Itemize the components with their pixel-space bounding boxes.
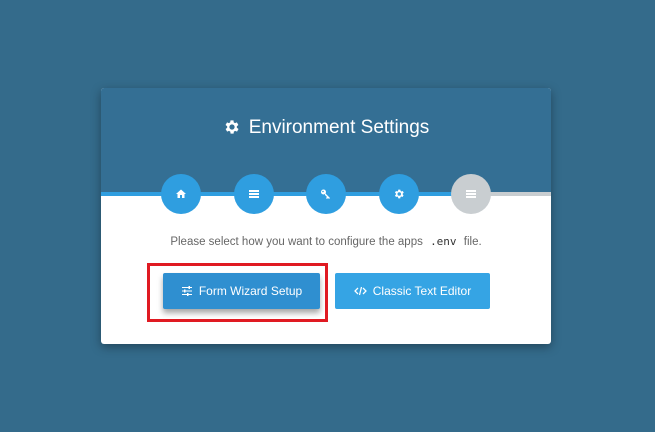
gear-icon bbox=[223, 118, 241, 144]
classic-editor-button[interactable]: Classic Text Editor bbox=[335, 273, 490, 309]
step-settings[interactable] bbox=[379, 174, 419, 214]
classic-editor-label: Classic Text Editor bbox=[372, 284, 472, 298]
instruction-text: Please select how you want to configure … bbox=[101, 235, 551, 248]
list-icon bbox=[249, 190, 259, 198]
env-filename: .env bbox=[430, 235, 457, 248]
step-list[interactable] bbox=[234, 174, 274, 214]
instruction-suffix: file. bbox=[463, 236, 482, 248]
key-icon bbox=[321, 189, 330, 199]
page-title: Environment Settings bbox=[101, 115, 551, 144]
instruction-prefix: Please select how you want to configure … bbox=[170, 236, 423, 248]
gear-icon bbox=[394, 189, 404, 199]
code-icon bbox=[353, 286, 367, 296]
title-text: Environment Settings bbox=[248, 117, 430, 138]
list-icon bbox=[466, 190, 476, 198]
step-editor[interactable] bbox=[451, 174, 491, 214]
highlight-box bbox=[147, 263, 328, 322]
home-icon bbox=[176, 189, 186, 198]
step-home[interactable] bbox=[161, 174, 201, 214]
step-key[interactable] bbox=[306, 174, 346, 214]
